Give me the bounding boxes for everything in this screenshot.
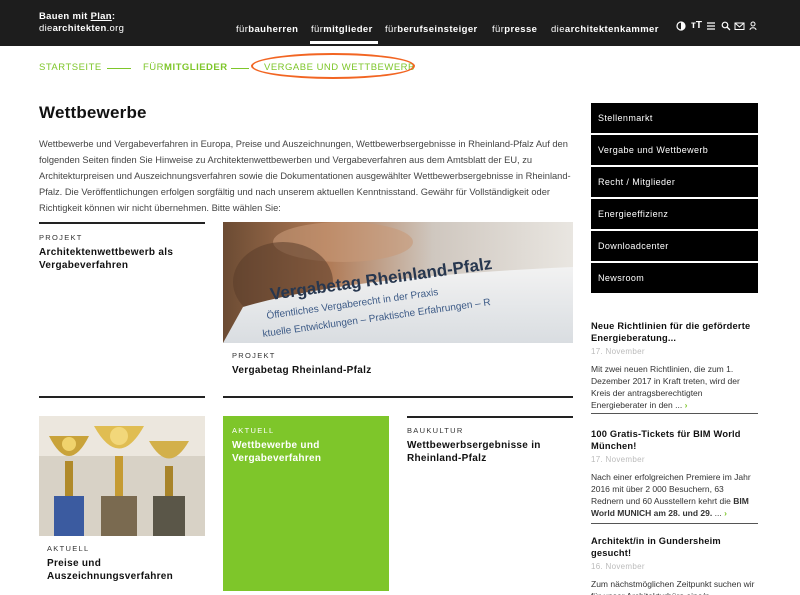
card-architektenwettbewerb[interactable]: PROJEKT Architektenwettbewerb als Vergab… <box>39 233 205 272</box>
card-title: Wettbewerbsergebnisse in Rheinland-Pfalz <box>407 440 541 464</box>
news-title[interactable]: 100 Gratis-Tickets für BIM World München… <box>591 428 758 452</box>
trophies-image[interactable] <box>39 416 205 536</box>
news-date: 17. November <box>591 455 645 464</box>
logo-text-a: Bauen mit <box>39 11 91 22</box>
logo-text-die: die <box>39 23 53 34</box>
sidebar-item-energieeffizienz[interactable]: Energieeffizienz <box>591 199 758 229</box>
card-title: Vergabetag Rheinland-Pfalz <box>232 365 372 376</box>
breadcrumb-home[interactable]: STARTSEITE <box>39 62 102 73</box>
news-separator <box>591 523 758 524</box>
chevron-right-icon[interactable]: › <box>724 508 727 518</box>
card-label: PROJEKT <box>232 351 276 360</box>
card-divider <box>407 416 573 418</box>
site-logo[interactable]: Bauen mit Plan: diearchitekten.org <box>39 11 124 35</box>
news-date: 17. November <box>591 347 645 356</box>
font-size-icon[interactable]: ᴛT <box>691 20 702 31</box>
nav-item-bauherren[interactable]: fürbauherren <box>236 24 298 35</box>
logo-text-plan: Plan <box>90 11 112 22</box>
highlight-circle <box>251 53 415 79</box>
page-title: Wettbewerbe <box>39 103 147 122</box>
news-title[interactable]: Architekt/in in Gundersheim gesucht! <box>591 535 758 559</box>
breadcrumb-separator <box>231 68 249 69</box>
news-item[interactable]: 100 Gratis-Tickets für BIM World München… <box>591 428 758 519</box>
news-text: Zum nächstmöglichen Zeitpunkt suchen wir… <box>591 579 755 595</box>
sidebar-item-vergabe[interactable]: Vergabe und Wettbewerb <box>591 135 758 165</box>
card-title: Wettbewerbe und Vergabeverfahren <box>232 440 322 464</box>
vergabetag-image[interactable]: Vergabetag Rheinland-Pfalz Öffentliches … <box>223 222 573 343</box>
card-label: AKTUELL <box>232 426 275 435</box>
news-item[interactable]: Neue Richtlinien für die geförderte Ener… <box>591 320 758 411</box>
vergabetag-photo: Vergabetag Rheinland-Pfalz Öffentliches … <box>223 222 573 343</box>
logo-text-org: .org <box>106 23 125 34</box>
logo-text-architekten: architekten <box>52 23 107 34</box>
nav-active-indicator <box>310 41 378 44</box>
user-icon[interactable] <box>749 21 757 34</box>
nav-item-architektenkammer[interactable]: diearchitektenkammer <box>551 24 659 35</box>
sidebar-menu: Stellenmarkt Vergabe und Wettbewerb Rech… <box>591 103 758 295</box>
card-label: PROJEKT <box>39 233 83 242</box>
news-date: 16. November <box>591 562 645 571</box>
news-text: Mit zwei neuen Richtlinien, die zum 1. D… <box>591 364 740 410</box>
sidebar-item-recht[interactable]: Recht / Mitglieder <box>591 167 758 197</box>
card-vergabetag[interactable]: PROJEKT Vergabetag Rheinland-Pfalz <box>232 351 562 377</box>
card-label: AKTUELL <box>47 544 90 553</box>
card-divider <box>39 396 205 398</box>
nav-item-mitglieder[interactable]: fürmitglieder <box>311 24 373 35</box>
search-icon[interactable] <box>721 21 731 34</box>
nav-item-berufseinsteiger[interactable]: fürberufseinsteiger <box>385 24 478 35</box>
logo-text-colon: : <box>111 11 116 22</box>
card-title: Architektenwettbewerb als Vergabeverfahr… <box>39 247 174 271</box>
trophies-photo <box>39 416 205 536</box>
breadcrumb-separator <box>107 68 131 69</box>
chevron-right-icon[interactable]: › <box>685 400 688 410</box>
news-text: Nach einer erfolgreichen Premiere im Jah… <box>591 472 751 518</box>
news-title[interactable]: Neue Richtlinien für die geförderte Ener… <box>591 320 758 344</box>
nav-item-presse[interactable]: fürpresse <box>492 24 537 35</box>
sidebar-item-stellenmarkt[interactable]: Stellenmarkt <box>591 103 758 133</box>
news-item[interactable]: Architekt/in in Gundersheim gesucht! 16.… <box>591 535 758 595</box>
sidebar-item-newsroom[interactable]: Newsroom <box>591 263 758 293</box>
card-label: BAUKULTUR <box>407 426 464 435</box>
breadcrumb-mitglieder[interactable]: FÜRMITGLIEDER <box>143 62 228 73</box>
mail-icon[interactable] <box>734 21 745 34</box>
card-wettbewerbsergebnisse[interactable]: BAUKULTUR Wettbewerbsergebnisse in Rhein… <box>407 426 573 465</box>
intro-text: Wettbewerbe und Vergabeverfahren in Euro… <box>39 139 571 213</box>
card-divider <box>223 396 573 398</box>
card-divider <box>39 222 205 224</box>
top-header: Bauen mit Plan: diearchitekten.org fürba… <box>0 0 800 46</box>
card-preise[interactable]: AKTUELL Preise und Auszeichnungsverfahre… <box>47 544 207 583</box>
card-wettbewerbe-vergabe[interactable]: AKTUELL Wettbewerbe und Vergabeverfahren <box>223 416 389 591</box>
sidebar-item-downloadcenter[interactable]: Downloadcenter <box>591 231 758 261</box>
card-title: Preise und Auszeichnungsverfahren <box>47 558 174 582</box>
menu-icon[interactable] <box>706 21 716 34</box>
news-separator <box>591 413 758 414</box>
contrast-icon[interactable] <box>676 21 686 34</box>
